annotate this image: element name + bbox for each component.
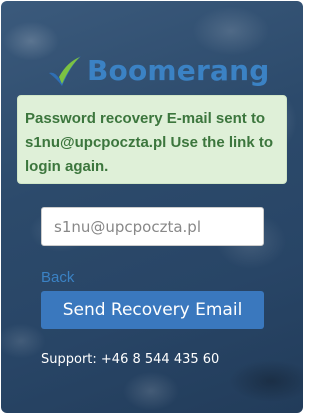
- back-link[interactable]: Back: [41, 268, 74, 288]
- boomerang-logo: Boomerang: [45, 53, 269, 89]
- support-phone: Support: +46 8 544 435 60: [41, 352, 220, 367]
- logo-text: Boomerang: [87, 54, 270, 87]
- recovery-panel: Boomerang Password recovery E-mail sent …: [1, 1, 303, 413]
- boomerang-checkmark-icon: [45, 53, 85, 89]
- alert-message: Password recovery E-mail sent to s1nu@up…: [25, 110, 273, 175]
- email-field[interactable]: [41, 207, 264, 246]
- send-recovery-email-button[interactable]: Send Recovery Email: [41, 291, 264, 329]
- success-alert: Password recovery E-mail sent to s1nu@up…: [17, 95, 287, 184]
